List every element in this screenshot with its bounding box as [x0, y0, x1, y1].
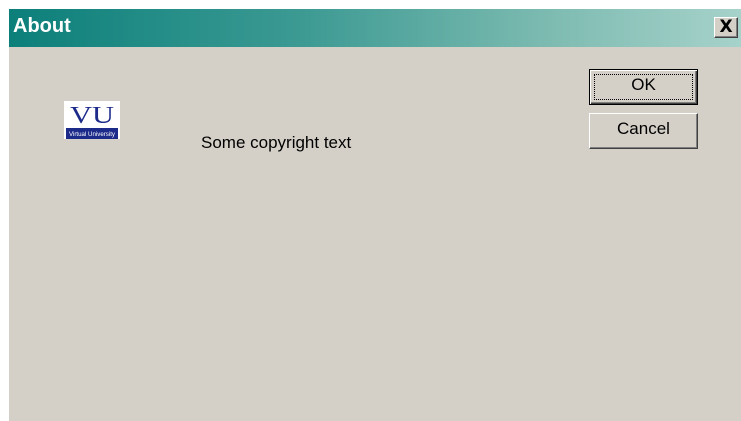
window-title: About [13, 15, 71, 37]
close-button[interactable]: X [714, 17, 738, 38]
logo-text: VU [70, 103, 114, 129]
ok-button-label: OK [631, 75, 656, 94]
vu-logo: VU Virtual University [64, 101, 120, 139]
close-icon: X [719, 17, 733, 37]
logo-subtext: Virtual University [69, 132, 115, 138]
copyright-text: Some copyright text [201, 133, 352, 152]
title-bar[interactable]: About X [9, 9, 741, 47]
about-dialog: About X VU Virtual University Some copyr… [8, 8, 741, 421]
ok-button[interactable]: OK [589, 69, 698, 105]
cancel-button-label: Cancel [617, 119, 670, 138]
cancel-button[interactable]: Cancel [589, 113, 698, 149]
